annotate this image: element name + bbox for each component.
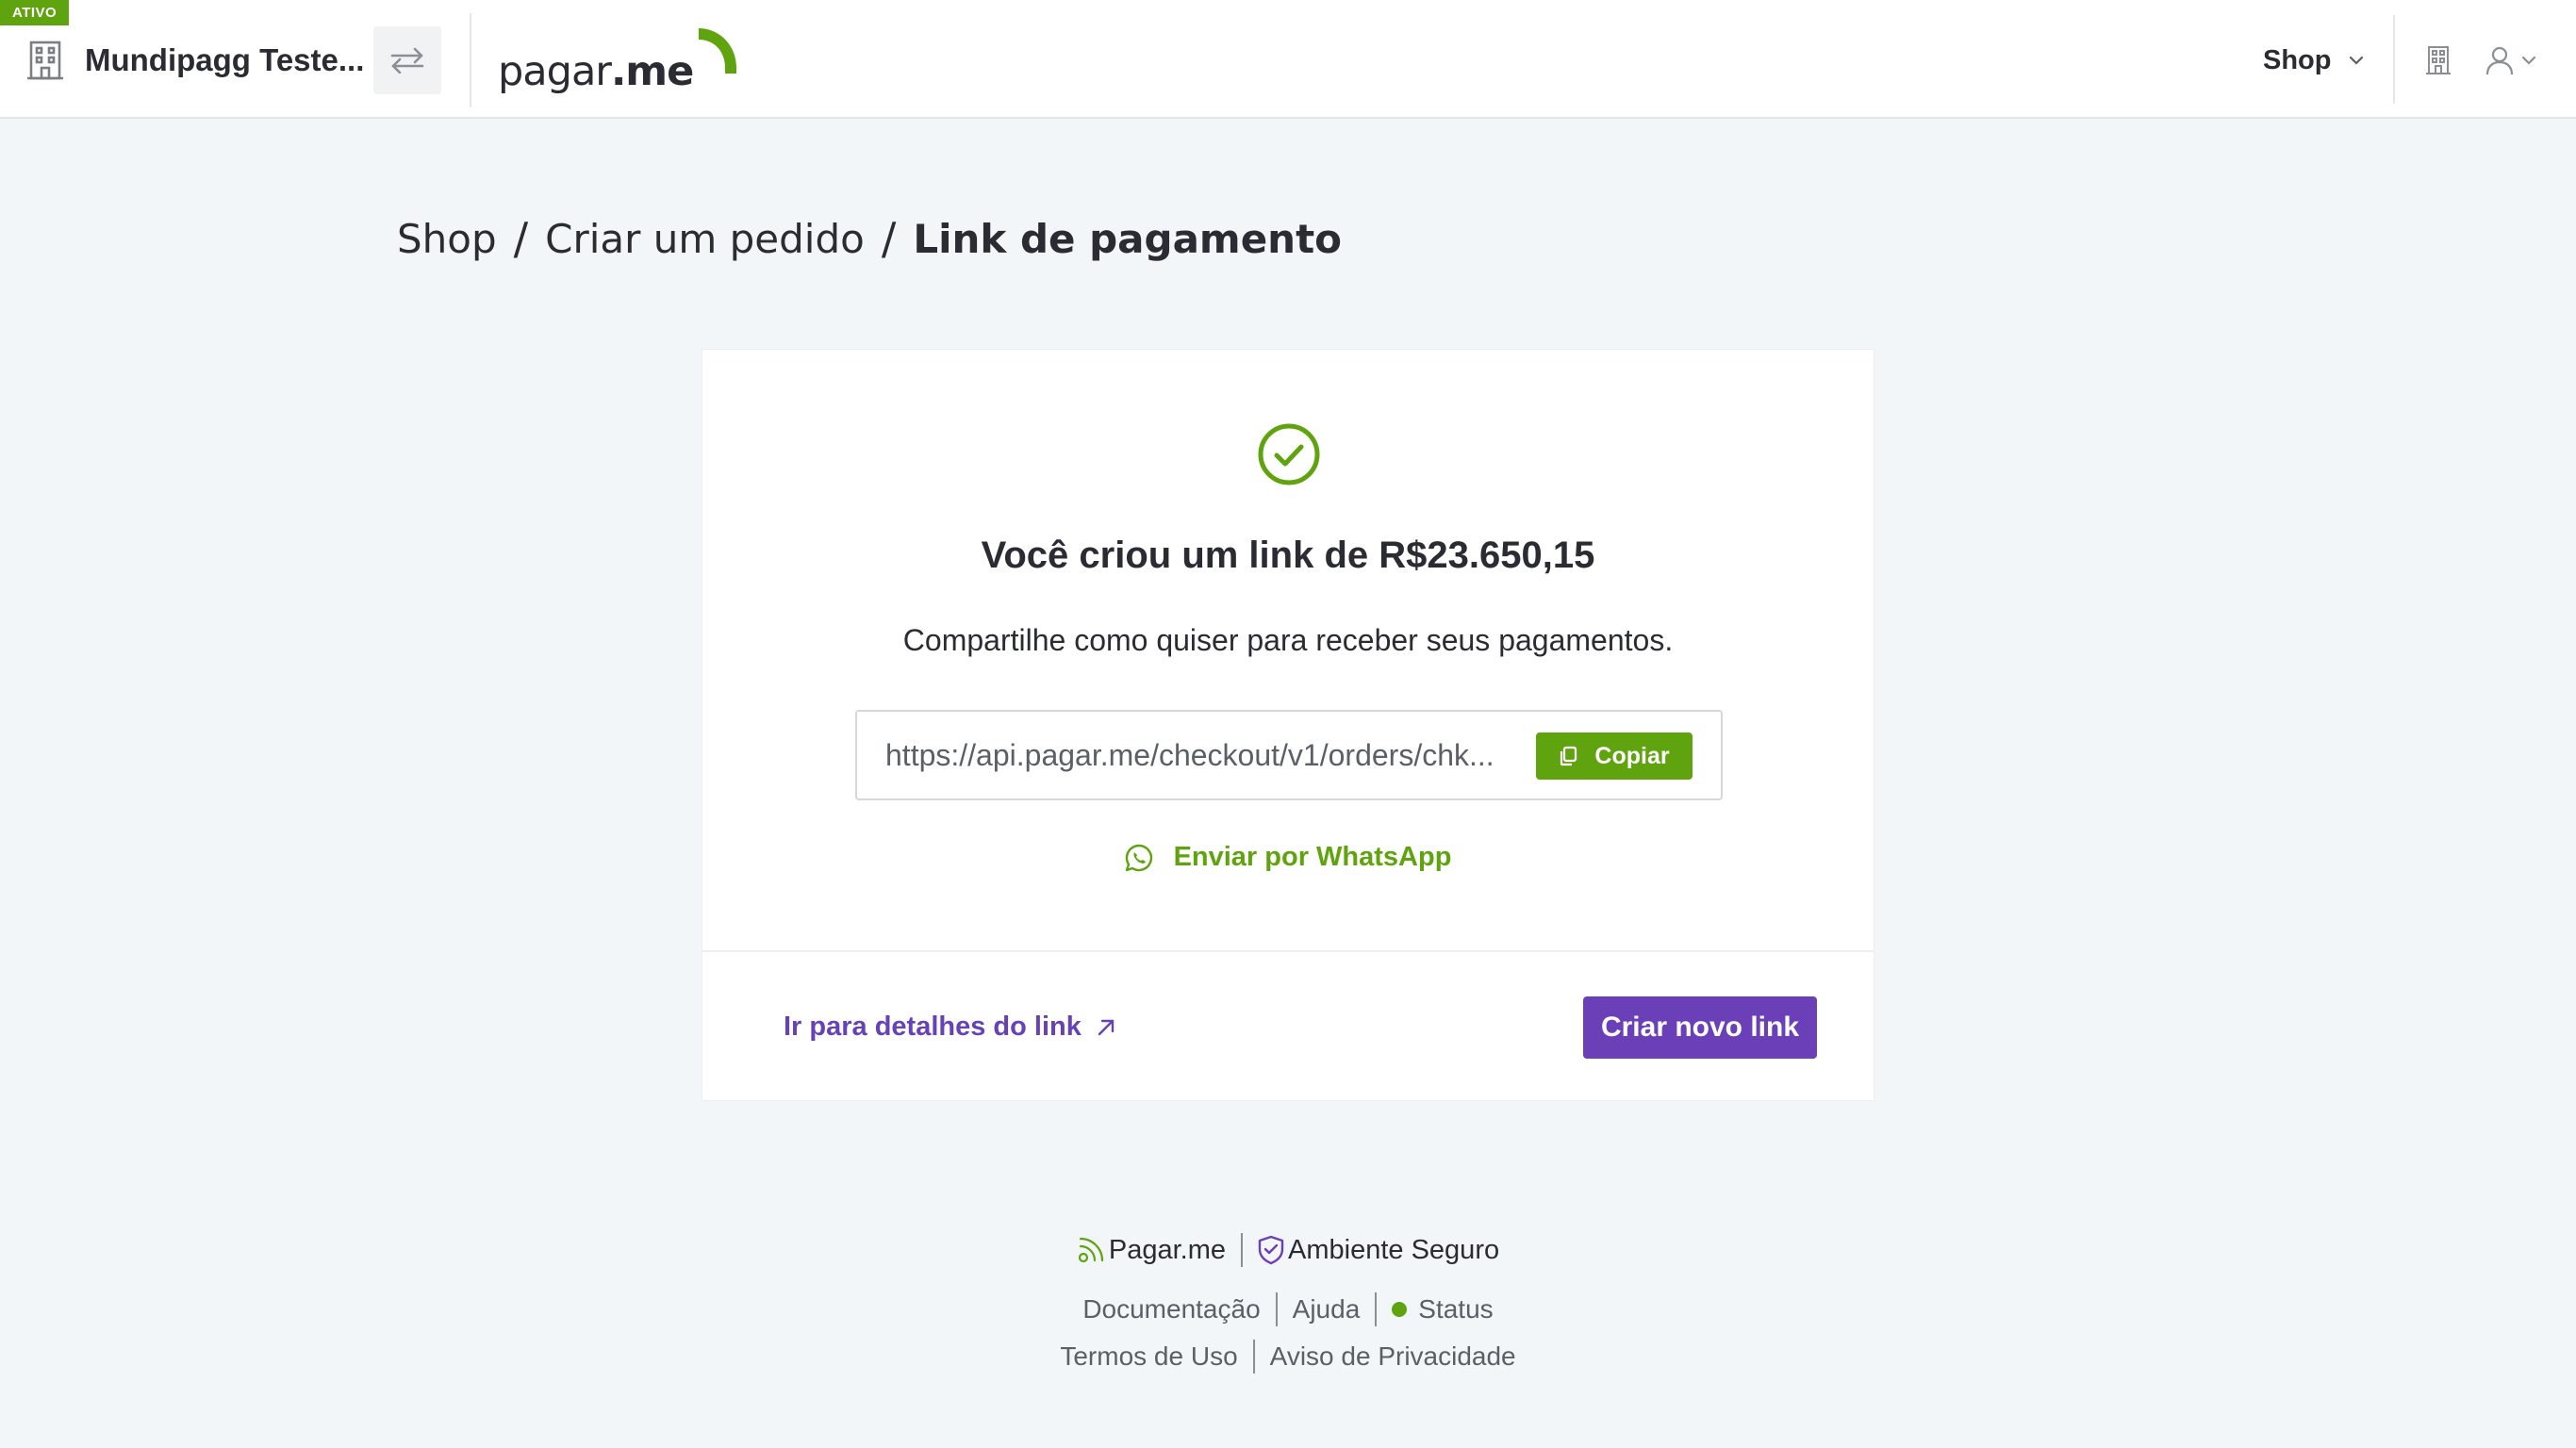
card-title: Você criou um link de R$23.650,15 [981, 535, 1595, 576]
card-subtitle: Compartilhe como quiser para receber seu… [902, 623, 1674, 657]
status-dot-icon [1392, 1302, 1408, 1317]
breadcrumb-separator: / [513, 213, 529, 264]
company-selector[interactable]: Mundipagg Teste... [26, 36, 364, 85]
breadcrumb: Shop / Criar um pedido / Link de pagamen… [397, 213, 1342, 264]
payment-link-input[interactable] [885, 712, 1508, 798]
footer-separator [1252, 1340, 1255, 1374]
chevron-down-icon [2349, 56, 2364, 65]
check-circle-icon [1257, 422, 1321, 486]
swap-arrows-icon [390, 47, 424, 74]
card-divider [702, 950, 1874, 952]
link-details-link[interactable]: Ir para detalhes do link [784, 1012, 1115, 1043]
payment-link-card: Você criou um link de R$23.650,15 Compar… [702, 349, 1874, 1101]
whatsapp-link-label: Enviar por WhatsApp [1173, 842, 1452, 872]
arrow-up-right-icon [1097, 1018, 1115, 1037]
footer: Pagar.me Ambiente Seguro Documentação Aj… [0, 1229, 2576, 1376]
building-icon [2425, 45, 2452, 75]
footer-secure-label: Ambiente Seguro [1288, 1234, 1500, 1265]
user-icon [2485, 45, 2514, 75]
footer-brand[interactable]: Pagar.me [1077, 1235, 1226, 1266]
payment-link-box: Copiar [855, 710, 1723, 800]
copy-link-button[interactable]: Copiar [1536, 732, 1693, 780]
company-button[interactable] [2425, 45, 2452, 75]
logo-text-suffix: .me [610, 48, 694, 95]
logo-text-main: pagar [498, 48, 612, 95]
footer-link-help[interactable]: Ajuda [1293, 1294, 1361, 1325]
footer-separator [1241, 1233, 1244, 1267]
breadcrumb-current: Link de pagamento [913, 215, 1343, 262]
footer-brand-row: Pagar.me Ambiente Seguro [0, 1229, 2576, 1271]
breadcrumb-item-create-order[interactable]: Criar um pedido [545, 216, 865, 262]
chevron-down-icon [2521, 56, 2536, 65]
copy-button-label: Copiar [1594, 742, 1670, 769]
pagarme-logo[interactable]: pagar.me [498, 26, 738, 92]
footer-separator [1275, 1292, 1278, 1326]
details-link-label: Ir para detalhes do link [784, 1012, 1082, 1042]
user-menu[interactable] [2485, 45, 2536, 75]
create-new-link-button[interactable]: Criar novo link [1583, 996, 1817, 1059]
shield-check-icon [1258, 1235, 1284, 1265]
shop-menu-label: Shop [2263, 44, 2332, 75]
footer-secure: Ambiente Seguro [1258, 1235, 1499, 1266]
logo-arc-icon [697, 26, 738, 75]
company-name: Mundipagg Teste... [85, 42, 365, 77]
footer-link-privacy[interactable]: Aviso de Privacidade [1270, 1341, 1516, 1372]
copy-icon [1559, 746, 1577, 766]
breadcrumb-item-shop[interactable]: Shop [397, 216, 497, 262]
header-divider [470, 13, 471, 107]
top-header: ATIVO Mundipagg Teste... pagar.me Shop [0, 0, 2576, 119]
footer-brand-label: Pagar.me [1108, 1234, 1227, 1265]
footer-legal-row: Termos de Uso Aviso de Privacidade [0, 1337, 2576, 1376]
whatsapp-icon [1125, 844, 1153, 872]
switch-company-button[interactable] [373, 26, 441, 94]
footer-links-row: Documentação Ajuda Status [0, 1290, 2576, 1329]
footer-link-terms[interactable]: Termos de Uso [1060, 1341, 1237, 1372]
header-divider [2393, 15, 2395, 104]
footer-separator [1375, 1292, 1378, 1326]
building-icon [26, 40, 64, 81]
footer-status-label: Status [1418, 1294, 1494, 1324]
send-whatsapp-link[interactable]: Enviar por WhatsApp [702, 842, 1874, 873]
breadcrumb-separator: / [881, 213, 897, 264]
shop-menu[interactable]: Shop [2263, 41, 2364, 79]
footer-link-documentation[interactable]: Documentação [1082, 1294, 1260, 1325]
pagarme-icon [1077, 1236, 1105, 1264]
status-badge: ATIVO [0, 0, 70, 25]
footer-link-status[interactable]: Status [1392, 1294, 1494, 1325]
